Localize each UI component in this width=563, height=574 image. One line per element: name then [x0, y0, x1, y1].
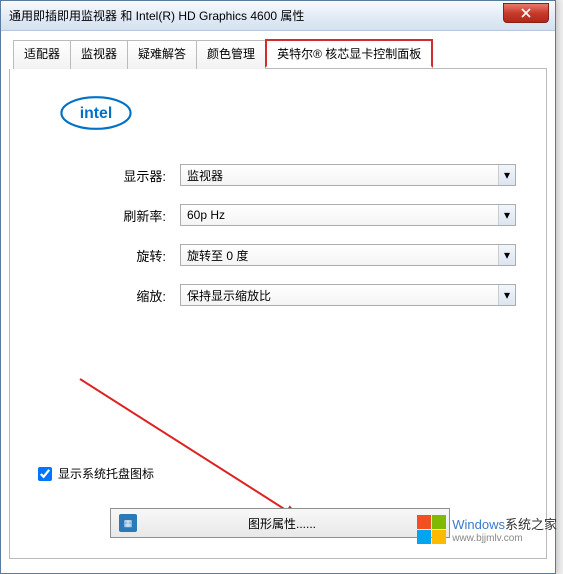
tray-icon-checkbox[interactable]	[38, 467, 52, 481]
row-display: 显示器: 监视器 ▾	[30, 164, 526, 186]
tab-monitor[interactable]: 监视器	[70, 40, 128, 69]
graphics-icon: ▦	[119, 514, 137, 532]
select-refresh-value: 60p Hz	[187, 208, 509, 222]
select-refresh[interactable]: 60p Hz ▾	[180, 204, 516, 226]
close-button[interactable]	[503, 3, 549, 23]
chevron-down-icon: ▾	[498, 245, 515, 265]
chevron-down-icon: ▾	[498, 285, 515, 305]
select-scaling[interactable]: 保持显示缩放比 ▾	[180, 284, 516, 306]
tab-color-management[interactable]: 颜色管理	[196, 40, 266, 69]
tray-icon-label: 显示系统托盘图标	[58, 465, 154, 482]
tab-strip: 适配器 监视器 疑难解答 颜色管理 英特尔® 核芯显卡控制面板	[13, 39, 547, 69]
window-title: 通用即插即用监视器 和 Intel(R) HD Graphics 4600 属性	[9, 7, 304, 24]
intel-logo: intel	[60, 95, 132, 134]
chevron-down-icon: ▾	[498, 165, 515, 185]
properties-window: 通用即插即用监视器 和 Intel(R) HD Graphics 4600 属性…	[0, 0, 556, 574]
row-scaling: 缩放: 保持显示缩放比 ▾	[30, 284, 526, 306]
row-refresh: 刷新率: 60p Hz ▾	[30, 204, 526, 226]
label-rotation: 旋转:	[30, 246, 180, 265]
close-icon	[521, 8, 531, 18]
titlebar: 通用即插即用监视器 和 Intel(R) HD Graphics 4600 属性	[1, 1, 555, 31]
select-rotation-value: 旋转至 0 度	[187, 247, 509, 264]
svg-text:intel: intel	[80, 105, 113, 122]
label-scaling: 缩放:	[30, 286, 180, 305]
graphics-properties-button[interactable]: ▦ 图形属性......	[110, 508, 450, 538]
tab-panel: intel 显示器: 监视器 ▾ 刷新率: 60p Hz ▾ 旋转:	[9, 69, 547, 559]
graphics-properties-label: 图形属性......	[147, 515, 441, 532]
tab-intel-graphics[interactable]: 英特尔® 核芯显卡控制面板	[265, 39, 433, 68]
select-rotation[interactable]: 旋转至 0 度 ▾	[180, 244, 516, 266]
select-display-value: 监视器	[187, 167, 509, 184]
content-area: 适配器 监视器 疑难解答 颜色管理 英特尔® 核芯显卡控制面板 intel 显示…	[1, 31, 555, 573]
select-display[interactable]: 监视器 ▾	[180, 164, 516, 186]
label-refresh: 刷新率:	[30, 206, 180, 225]
select-scaling-value: 保持显示缩放比	[187, 287, 509, 304]
tab-adapter[interactable]: 适配器	[13, 40, 71, 69]
row-rotation: 旋转: 旋转至 0 度 ▾	[30, 244, 526, 266]
chevron-down-icon: ▾	[498, 205, 515, 225]
tab-troubleshoot[interactable]: 疑难解答	[127, 40, 197, 69]
label-display: 显示器:	[30, 166, 180, 185]
tray-icon-checkbox-row: 显示系统托盘图标	[38, 465, 154, 482]
